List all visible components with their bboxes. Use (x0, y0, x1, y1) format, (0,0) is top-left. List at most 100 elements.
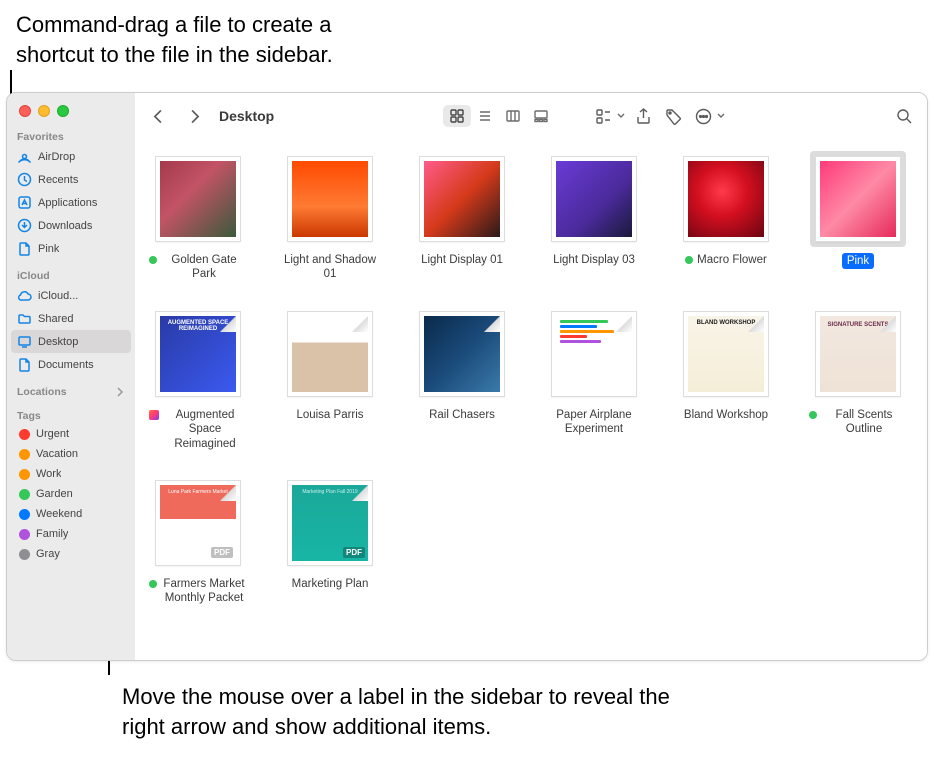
sidebar-item-label: AirDrop (38, 151, 75, 163)
toolbar: Desktop (135, 93, 927, 139)
sidebar-tag-weekend[interactable]: Weekend (7, 504, 135, 524)
tag-dot-icon (19, 489, 30, 500)
app-icon (17, 195, 32, 210)
file-thumbnail (150, 151, 246, 247)
sidebar-item-applications[interactable]: Applications (7, 191, 135, 214)
file-item[interactable]: Paper Airplane Experiment (545, 306, 643, 451)
page-corner-icon (220, 316, 236, 332)
file-label: Pink (842, 253, 874, 269)
sidebar-tag-gray[interactable]: Gray (7, 544, 135, 564)
sidebar-tag-label: Gray (36, 548, 60, 560)
file-label: Bland Workshop (684, 408, 768, 422)
page-corner-icon (484, 316, 500, 332)
forward-button[interactable] (183, 105, 205, 127)
sidebar-tag-family[interactable]: Family (7, 524, 135, 544)
group-button[interactable] (593, 105, 625, 127)
tag-button[interactable] (663, 105, 685, 127)
file-item[interactable]: Light and Shadow 01 (281, 151, 379, 282)
sidebar-tag-vacation[interactable]: Vacation (7, 444, 135, 464)
pdf-badge: PDF (343, 547, 365, 558)
search-button[interactable] (893, 105, 915, 127)
page-corner-icon (616, 316, 632, 332)
file-item[interactable]: Louisa Parris (281, 306, 379, 451)
file-label: Fall Scents Outline (821, 408, 907, 437)
sidebar-item-downloads[interactable]: Downloads (7, 214, 135, 237)
sidebar-header-locations[interactable]: Locations (7, 382, 135, 400)
page-corner-icon (880, 316, 896, 332)
sidebar: Favorites AirDropRecentsApplicationsDown… (7, 93, 135, 660)
annotation-bottom: Move the mouse over a label in the sideb… (122, 682, 702, 741)
file-label: Rail Chasers (429, 408, 495, 422)
doc-icon (17, 357, 32, 372)
file-thumbnail: AUGMENTED SPACE REIMAGINED (150, 306, 246, 402)
file-item[interactable]: Pink (809, 151, 907, 282)
window-controls (7, 99, 135, 127)
file-item[interactable]: Light Display 01 (413, 151, 511, 282)
page-corner-icon (748, 316, 764, 332)
close-button[interactable] (19, 105, 31, 117)
sidebar-tag-label: Vacation (36, 448, 78, 460)
sidebar-tag-label: Weekend (36, 508, 82, 520)
gallery-view-button[interactable] (527, 105, 555, 127)
cloud-icon (17, 288, 32, 303)
file-thumbnail: Luna Park Farmers MarketPDF (150, 475, 246, 571)
file-label: Louisa Parris (296, 408, 363, 422)
icon-view-button[interactable] (443, 105, 471, 127)
sidebar-item-desktop[interactable]: Desktop (11, 330, 131, 353)
sidebar-item-label: Shared (38, 313, 73, 325)
file-item[interactable]: BLAND WORKSHOPBland Workshop (677, 306, 775, 451)
sidebar-item-shared[interactable]: Shared (7, 307, 135, 330)
sidebar-item-pink[interactable]: Pink (7, 237, 135, 260)
file-item[interactable]: Golden Gate Park (149, 151, 247, 282)
file-thumbnail (282, 151, 378, 247)
more-button[interactable] (693, 105, 725, 127)
tag-dot-icon (809, 411, 817, 419)
file-item[interactable]: Light Display 03 (545, 151, 643, 282)
page-corner-icon (352, 485, 368, 501)
desktop-icon (17, 334, 32, 349)
sidebar-item-documents[interactable]: Documents (7, 353, 135, 376)
view-switcher (443, 105, 555, 127)
sidebar-tag-urgent[interactable]: Urgent (7, 424, 135, 444)
column-view-button[interactable] (499, 105, 527, 127)
sidebar-item-airdrop[interactable]: AirDrop (7, 145, 135, 168)
file-item[interactable]: Macro Flower (677, 151, 775, 282)
file-label: Light Display 01 (421, 253, 503, 267)
list-view-button[interactable] (471, 105, 499, 127)
file-item[interactable]: AUGMENTED SPACE REIMAGINEDAugmented Spac… (149, 306, 247, 451)
sidebar-tag-garden[interactable]: Garden (7, 484, 135, 504)
page-corner-icon (352, 316, 368, 332)
file-grid-container: Golden Gate Park Light and Shadow 01 Light… (135, 139, 927, 660)
file-label: Farmers Market Monthly Packet (161, 577, 247, 606)
zoom-button[interactable] (57, 105, 69, 117)
sidebar-item-label: Recents (38, 174, 78, 186)
sidebar-tag-work[interactable]: Work (7, 464, 135, 484)
app-icon (149, 410, 159, 420)
sidebar-item-label: Pink (38, 243, 59, 255)
sidebar-tag-label: Work (36, 468, 61, 480)
sidebar-item-icloud-[interactable]: iCloud... (7, 284, 135, 307)
file-thumbnail (546, 306, 642, 402)
minimize-button[interactable] (38, 105, 50, 117)
back-button[interactable] (147, 105, 169, 127)
sidebar-tag-label: Garden (36, 488, 73, 500)
page-corner-icon (220, 485, 236, 501)
file-item[interactable]: SIGNATURE SCENTSFall Scents Outline (809, 306, 907, 451)
location-title: Desktop (219, 108, 274, 124)
file-thumbnail (810, 151, 906, 247)
file-item[interactable]: Luna Park Farmers MarketPDF Farmers Marke… (149, 475, 247, 606)
sidebar-item-recents[interactable]: Recents (7, 168, 135, 191)
file-label: Golden Gate Park (161, 253, 247, 282)
file-label: Light and Shadow 01 (281, 253, 379, 282)
sidebar-item-label: Applications (38, 197, 97, 209)
doc-icon (17, 241, 32, 256)
share-button[interactable] (633, 105, 655, 127)
file-thumbnail (414, 306, 510, 402)
file-thumbnail (678, 151, 774, 247)
sidebar-header-icloud: iCloud (7, 266, 135, 284)
sidebar-tag-label: Family (36, 528, 68, 540)
file-item[interactable]: Marketing Plan Fall 2019PDFMarketing Pla… (281, 475, 379, 606)
sidebar-tag-label: Urgent (36, 428, 69, 440)
finder-window: Favorites AirDropRecentsApplicationsDown… (6, 92, 928, 661)
file-item[interactable]: Rail Chasers (413, 306, 511, 451)
